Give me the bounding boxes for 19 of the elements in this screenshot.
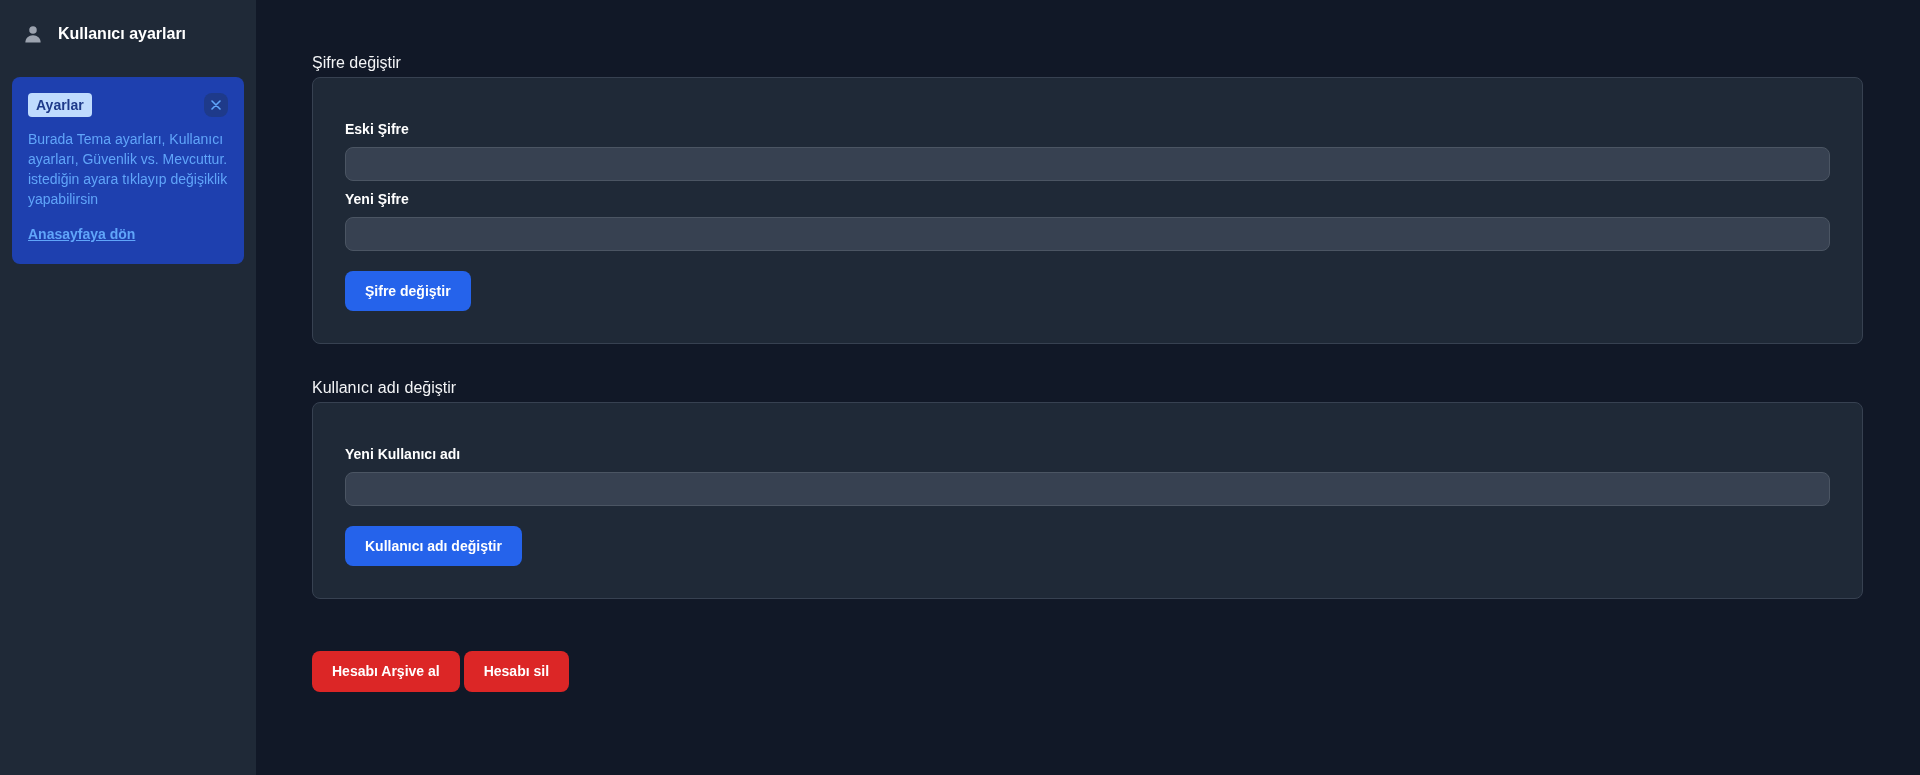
user-icon — [24, 25, 42, 43]
submit-button[interactable]: Şifre değiştir — [345, 271, 471, 311]
close-button[interactable] — [204, 93, 228, 117]
input-field[interactable] — [345, 217, 1830, 251]
alert-message: Burada Tema ayarları, Kullanıcı ayarları, Güvenlik vs. Mevcuttur. istediğin ayara tıklayıp değişiklik yapabilirsin — [28, 130, 228, 209]
field-label: Eski Şifre — [345, 120, 410, 139]
input-field[interactable] — [345, 472, 1830, 506]
section-title: Şifre değiştir — [312, 53, 402, 73]
close-icon — [211, 100, 221, 110]
input-field[interactable] — [345, 147, 1830, 181]
alert-badge: Ayarlar — [28, 93, 92, 117]
danger-button[interactable]: Hesabı sil — [463, 651, 570, 692]
danger-button[interactable]: Hesabı Arşive al — [312, 651, 460, 692]
home-link[interactable]: Anasayfaya dön — [28, 226, 136, 242]
sidebar-title: Kullanıcı ayarları — [58, 24, 187, 44]
field-label: Yeni Şifre — [345, 190, 410, 209]
field-label: Yeni Kullanıcı adı — [345, 445, 462, 464]
submit-button[interactable]: Kullanıcı adı değiştir — [345, 526, 522, 566]
section-title: Kullanıcı adı değiştir — [312, 378, 458, 398]
